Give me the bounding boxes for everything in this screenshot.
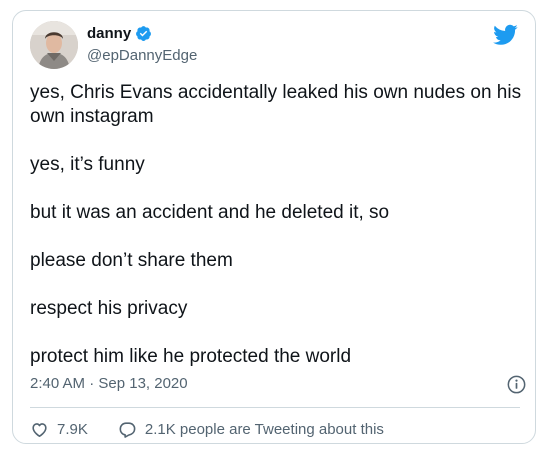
heart-icon[interactable] [30, 420, 49, 439]
tweet-meta: 2:40 AM · Sep 13, 2020 [30, 375, 526, 395]
info-icon[interactable] [507, 375, 526, 394]
timestamp[interactable]: 2:40 AM · Sep 13, 2020 [30, 375, 188, 392]
tweet-paragraph: yes, it’s funny [30, 154, 145, 175]
avatar[interactable] [30, 21, 78, 69]
tweeting-about-action[interactable]: 2.1K people are Tweeting about this [118, 420, 384, 439]
tweet-text: yes, Chris Evans accidentally leaked his… [30, 81, 526, 393]
avatar-image [30, 21, 78, 69]
tweet-actions: 7.9K 2.1K people are Tweeting about this [30, 418, 384, 440]
tweet-card: danny @epDannyEdge yes, Chris Evans acci… [12, 10, 536, 444]
author-name-row[interactable]: danny [87, 25, 152, 42]
tweeting-about-text: 2.1K people are Tweeting about this [144, 420, 384, 438]
author-name[interactable]: danny [87, 25, 131, 42]
tweet-paragraph: yes, Chris Evans accidentally leaked his… [30, 82, 522, 127]
verified-badge-icon [136, 26, 152, 41]
tweet-paragraph: but it was an accident and he deleted it… [30, 202, 390, 223]
tweet-paragraph: respect his privacy [30, 298, 188, 319]
like-count: 7.9K [57, 420, 88, 438]
divider [30, 407, 520, 408]
tweet-paragraph: please don’t share them [30, 250, 233, 271]
reply-bubble-icon[interactable] [118, 420, 137, 439]
like-action[interactable]: 7.9K [30, 420, 88, 439]
tweet-paragraph: protect him like he protected the world [30, 346, 352, 367]
twitter-bird-icon[interactable] [493, 24, 518, 45]
author-handle[interactable]: @epDannyEdge [87, 47, 197, 64]
